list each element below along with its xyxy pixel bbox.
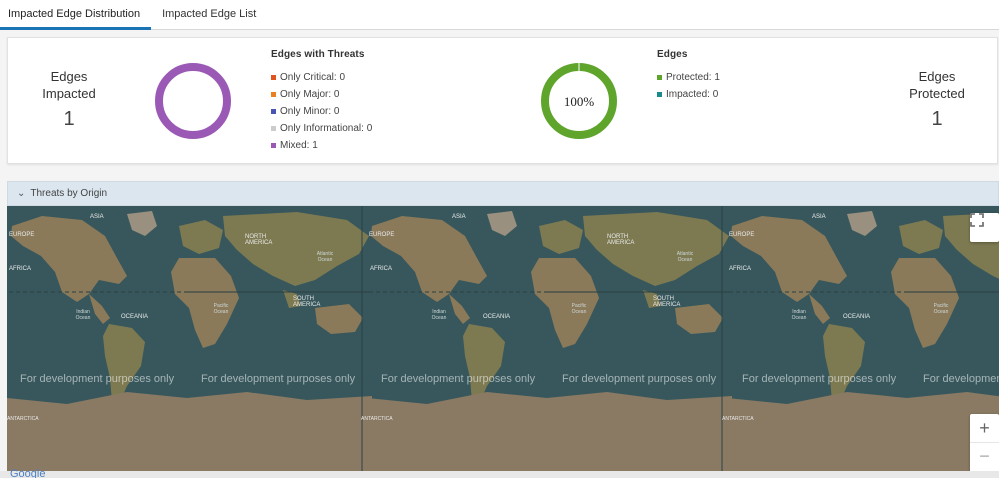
summary-card: Edges Impacted 1 Edges with Threats Only… <box>7 37 998 164</box>
label-africa-2: AFRICA <box>370 266 393 272</box>
label-oceania: OCEANIA <box>121 314 149 320</box>
label-pacific-ocean-3: Pacific Ocean <box>933 303 949 315</box>
fullscreen-icon <box>970 213 984 227</box>
dev-watermark: For development purposes only <box>923 373 999 385</box>
label-indian-ocean-3: Indian Ocean <box>791 309 807 321</box>
app-root: Impacted Edge Distribution Impacted Edge… <box>0 0 999 478</box>
legend-label: Only Critical: 0 <box>280 72 346 83</box>
label-indian-ocean-2: Indian Ocean <box>431 309 447 321</box>
label-atlantic-ocean-2: Atlantic Ocean <box>676 251 694 263</box>
label-asia: ASIA <box>90 214 104 220</box>
zoom-out-button[interactable]: − <box>970 443 999 471</box>
critical-swatch <box>271 75 276 80</box>
protected-donut-center-label: 100% <box>564 94 595 109</box>
map-footer <box>0 471 999 478</box>
map-tiles <box>7 206 999 471</box>
label-north-america: NORTH AMERICA <box>245 234 273 246</box>
legend-label: Only Major: 0 <box>280 89 340 100</box>
dev-watermark: For development purposes only <box>20 373 175 385</box>
label-atlantic-ocean: Atlantic Ocean <box>316 251 334 263</box>
legend-item-only-informational[interactable]: Only Informational: 0 <box>271 120 372 137</box>
protected-swatch <box>657 75 662 80</box>
label-antarctica-3: ANTARCTICA <box>722 416 754 422</box>
edges-impacted-stat: Edges Impacted 1 <box>30 68 108 131</box>
label-europe-2: EUROPE <box>369 232 395 238</box>
label-europe-3: EUROPE <box>729 232 755 238</box>
dev-watermark: For development purposes only <box>381 373 536 385</box>
edges-protected-label-line1: Edges <box>918 69 956 84</box>
label-africa: AFRICA <box>9 266 32 272</box>
protected-donut-chart[interactable]: 100% <box>540 62 618 140</box>
google-attribution[interactable]: Google <box>10 468 45 478</box>
edges-legend-title: Edges <box>657 49 688 60</box>
edges-protected-stat: Edges Protected 1 <box>894 68 980 131</box>
label-north-america-2: NORTH AMERICA <box>607 234 635 246</box>
label-africa-3: AFRICA <box>729 266 752 272</box>
legend-label: Mixed: 1 <box>280 140 318 151</box>
legend-label: Impacted: 0 <box>666 89 719 100</box>
edges-protected-label-line2: Protected <box>909 86 965 101</box>
legend-item-only-minor[interactable]: Only Minor: 0 <box>271 103 372 120</box>
dev-watermark: For development purposes only <box>201 373 356 385</box>
legend-label: Protected: 1 <box>666 72 720 83</box>
threats-donut-chart[interactable] <box>154 62 232 140</box>
section-title: Threats by Origin <box>30 188 108 199</box>
zoom-control: + − <box>970 414 999 471</box>
legend-item-only-critical[interactable]: Only Critical: 0 <box>271 69 372 86</box>
threats-legend-title: Edges with Threats <box>271 49 365 60</box>
legend-item-impacted[interactable]: Impacted: 0 <box>657 86 720 103</box>
major-swatch <box>271 92 276 97</box>
threats-by-origin-header[interactable]: ⌄ Threats by Origin <box>7 181 999 206</box>
edges-impacted-label-line1: Edges <box>50 69 88 84</box>
threats-legend: Edges with Threats Only Critical: 0 Only… <box>271 49 372 154</box>
tab-impacted-edge-distribution[interactable]: Impacted Edge Distribution <box>0 0 152 30</box>
edges-impacted-label-line2: Impacted <box>42 86 96 101</box>
tab-impacted-edge-list[interactable]: Impacted Edge List <box>151 0 267 30</box>
label-indian-ocean: Indian Ocean <box>75 309 91 321</box>
edges-impacted-value: 1 <box>63 108 75 130</box>
label-south-america: SOUTH AMERICA <box>293 296 321 308</box>
legend-label: Only Minor: 0 <box>280 106 340 117</box>
edges-legend: Edges Protected: 1 Impacted: 0 <box>657 49 720 103</box>
label-asia-2: ASIA <box>452 214 466 220</box>
fullscreen-button[interactable] <box>970 213 999 242</box>
chevron-down-icon: ⌄ <box>17 188 26 199</box>
threat-map[interactable]: ASIA EUROPE AFRICA OCEANIA Indian Ocean … <box>7 206 999 471</box>
tab-bar: Impacted Edge Distribution Impacted Edge… <box>0 0 999 30</box>
informational-swatch <box>271 126 276 131</box>
dev-watermark: For development purposes only <box>742 373 897 385</box>
label-pacific-ocean-2: Pacific Ocean <box>571 303 587 315</box>
dev-watermark: For development purposes only <box>562 373 717 385</box>
label-pacific-ocean: Pacific Ocean <box>213 303 229 315</box>
legend-item-protected[interactable]: Protected: 1 <box>657 69 720 86</box>
label-antarctica-2: ANTARCTICA <box>361 416 393 422</box>
impacted-swatch <box>657 92 662 97</box>
legend-item-only-major[interactable]: Only Major: 0 <box>271 86 372 103</box>
edges-protected-value: 1 <box>931 108 943 130</box>
label-europe: EUROPE <box>9 232 35 238</box>
legend-item-mixed[interactable]: Mixed: 1 <box>271 137 372 154</box>
label-antarctica: ANTARCTICA <box>7 416 39 422</box>
label-asia-3: ASIA <box>812 214 826 220</box>
mixed-swatch <box>271 143 276 148</box>
label-oceania-2: OCEANIA <box>483 314 511 320</box>
threats-donut-ring <box>155 63 231 139</box>
zoom-in-button[interactable]: + <box>970 415 999 443</box>
minor-swatch <box>271 109 276 114</box>
label-oceania-3: OCEANIA <box>843 314 871 320</box>
legend-label: Only Informational: 0 <box>280 123 373 134</box>
label-south-america-2: SOUTH AMERICA <box>653 296 681 308</box>
